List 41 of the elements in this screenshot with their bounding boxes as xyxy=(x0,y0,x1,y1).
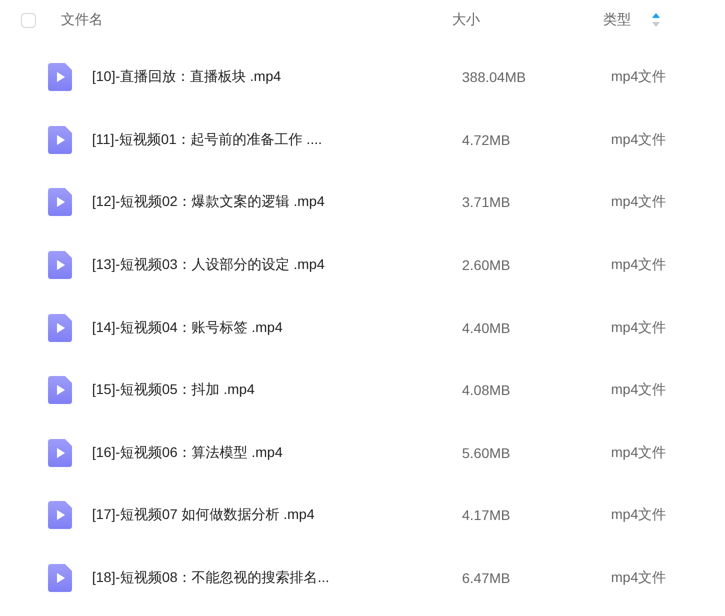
file-size: 4.72MB xyxy=(462,132,510,148)
file-type: mp4文件 xyxy=(611,569,666,588)
file-name[interactable]: [18]-短视频08：不能忽视的搜索排名... xyxy=(92,569,330,588)
file-size: 6.47MB xyxy=(462,570,510,586)
file-type: mp4文件 xyxy=(611,256,666,274)
file-size: 4.40MB xyxy=(462,320,510,336)
file-name[interactable]: [12]-短视频02：爆款文案的逻辑 .mp4 xyxy=(92,193,325,212)
column-header[interactable]: 文件名 xyxy=(61,11,103,29)
file-size: 3.71MB xyxy=(462,194,510,210)
file-type: mp4文件 xyxy=(611,381,666,400)
column-header[interactable]: 类型 xyxy=(603,11,631,29)
file-name[interactable]: [14]-短视频04：账号标签 .mp4 xyxy=(92,318,283,337)
file-size: 4.17MB xyxy=(462,507,510,524)
video-file-icon xyxy=(48,564,72,592)
video-file-icon xyxy=(48,188,72,216)
file-type: mp4文件 xyxy=(611,506,666,524)
file-type: mp4文件 xyxy=(611,130,666,149)
column-header[interactable]: 大小 xyxy=(452,11,480,29)
file-size: 4.08MB xyxy=(462,382,510,398)
select-all-checkbox[interactable] xyxy=(21,12,36,28)
file-size: 5.60MB xyxy=(462,444,510,461)
file-type: mp4文件 xyxy=(611,68,666,86)
file-name[interactable]: [17]-短视频07 如何做数据分析 .mp4 xyxy=(92,506,314,524)
video-file-icon xyxy=(48,314,72,342)
file-name[interactable]: [13]-短视频03：人设部分的设定 .mp4 xyxy=(92,256,325,274)
video-file-icon xyxy=(48,501,72,530)
file-type: mp4文件 xyxy=(611,193,666,212)
file-name[interactable]: [15]-短视频05：抖加 .mp4 xyxy=(92,381,255,400)
video-file-icon xyxy=(48,251,72,280)
video-file-icon xyxy=(48,376,72,404)
file-name[interactable]: [10]-直播回放：直播板块 .mp4 xyxy=(92,68,282,86)
video-file-icon xyxy=(48,63,72,92)
file-type: mp4文件 xyxy=(611,318,666,337)
video-file-icon xyxy=(48,126,72,154)
file-name[interactable]: [11]-短视频01：起号前的准备工作 .... xyxy=(92,130,322,149)
sort-icon[interactable] xyxy=(652,13,660,27)
video-file-icon xyxy=(48,438,72,467)
file-name[interactable]: [16]-短视频06：算法模型 .mp4 xyxy=(92,444,283,462)
file-size: 2.60MB xyxy=(462,257,510,274)
file-type: mp4文件 xyxy=(611,444,666,462)
file-size: 388.04MB xyxy=(462,69,526,86)
